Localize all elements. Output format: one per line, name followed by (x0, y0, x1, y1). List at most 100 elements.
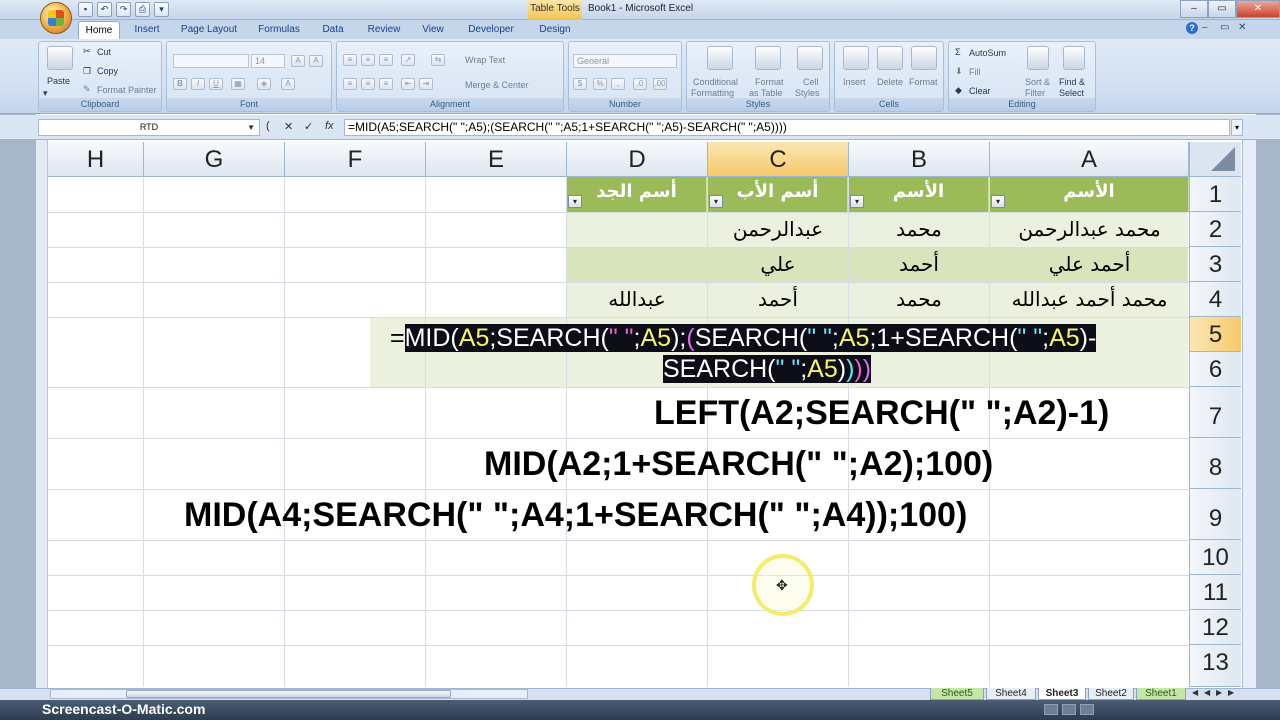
merge-center-button[interactable]: Merge & Center (465, 80, 529, 90)
row-header-12[interactable]: 12 (1189, 610, 1241, 645)
confirm-entry-button[interactable]: ✓ (304, 120, 313, 133)
split-handle[interactable] (36, 140, 48, 688)
row-header-5[interactable]: 5 (1189, 317, 1241, 352)
normal-view-icon[interactable] (1044, 704, 1058, 715)
column-header-c[interactable]: C (708, 142, 849, 177)
row-header-9[interactable]: 9 (1189, 489, 1241, 540)
number-format-box[interactable]: General (573, 54, 677, 68)
conditional-formatting-icon[interactable] (707, 46, 733, 70)
cell-c4[interactable]: أحمد (708, 282, 848, 317)
print-icon[interactable]: ⎙ (135, 2, 150, 17)
binoculars-icon[interactable] (1063, 46, 1085, 70)
page-break-view-icon[interactable] (1080, 704, 1094, 715)
row-header-3[interactable]: 3 (1189, 247, 1241, 282)
format-painter-button[interactable]: Format Painter (97, 85, 157, 95)
borders-icon[interactable]: ▦ (231, 78, 245, 90)
orientation-icon[interactable]: ↗ (401, 54, 415, 66)
sort-filter-label-1[interactable]: Sort & (1025, 77, 1050, 87)
close-button[interactable]: ✕ (1236, 0, 1280, 18)
increase-decimal-icon[interactable]: .0 (633, 78, 647, 90)
worksheet-grid[interactable]: H G F E D C B A 1 2 3 4 5 6 7 8 9 10 11 … (48, 142, 1241, 687)
fill-icon[interactable]: ⬇ (955, 66, 963, 77)
cut-icon[interactable]: ✂ (83, 46, 91, 57)
align-middle-icon[interactable]: ≡ (361, 54, 375, 66)
page-layout-view-icon[interactable] (1062, 704, 1076, 715)
insert-cells-button[interactable]: Insert (843, 77, 866, 87)
name-box-dropdown-icon[interactable]: ▼ (247, 120, 255, 135)
horizontal-scrollbar[interactable] (50, 689, 528, 699)
sheet-tab-sheet1[interactable]: Sheet1 (1136, 688, 1186, 700)
fill-color-icon[interactable]: ◈ (257, 78, 271, 90)
align-bottom-icon[interactable]: ≡ (379, 54, 393, 66)
wrap-text-button[interactable]: Wrap Text (465, 55, 505, 65)
cell-d2[interactable] (567, 212, 707, 247)
align-right-icon[interactable]: ≡ (379, 78, 393, 90)
cell-a2[interactable]: محمد عبدالرحمن (990, 212, 1189, 247)
grow-font-icon[interactable]: A (291, 55, 305, 67)
tab-review[interactable]: Review (362, 21, 406, 39)
sort-filter-icon[interactable] (1027, 46, 1049, 70)
format-cells-button[interactable]: Format (909, 77, 938, 87)
row-header-8[interactable]: 8 (1189, 438, 1241, 489)
conditional-formatting-label-2[interactable]: Formatting (691, 88, 734, 98)
tab-design[interactable]: Design (530, 21, 580, 39)
ribbon-minimize-icon[interactable]: – (1202, 22, 1208, 33)
cell-styles-label-2[interactable]: Styles (795, 88, 820, 98)
tab-developer[interactable]: Developer (462, 21, 520, 39)
sort-filter-label-2[interactable]: Filter (1025, 88, 1045, 98)
find-select-label-2[interactable]: Select (1059, 88, 1084, 98)
column-header-f[interactable]: F (285, 142, 426, 177)
decrease-indent-icon[interactable]: ⇤ (401, 78, 415, 90)
sheet-tab-sheet4[interactable]: Sheet4 (986, 688, 1036, 700)
filter-dropdown-icon[interactable]: ▾ (850, 195, 864, 208)
help-icon[interactable]: ? (1186, 22, 1198, 34)
cell-b4[interactable]: محمد (849, 282, 989, 317)
format-cells-icon[interactable] (911, 46, 937, 70)
align-left-icon[interactable]: ≡ (343, 78, 357, 90)
paste-icon[interactable] (47, 46, 73, 70)
tab-insert[interactable]: Insert (126, 21, 168, 39)
paste-button[interactable]: Paste (47, 76, 70, 86)
copy-icon[interactable]: ❐ (83, 66, 91, 77)
fill-button[interactable]: Fill (969, 67, 981, 77)
cell-b3[interactable]: أحمد (849, 247, 989, 282)
cell-c2[interactable]: عبدالرحمن (708, 212, 848, 247)
tab-home[interactable]: Home (78, 21, 120, 39)
cell-a4[interactable]: محمد أحمد عبدالله (990, 282, 1189, 317)
row-header-7[interactable]: 7 (1189, 387, 1241, 438)
column-header-d[interactable]: D (567, 142, 708, 177)
text-direction-icon[interactable]: ⇆ (431, 54, 445, 66)
sheet-tab-sheet2[interactable]: Sheet2 (1088, 688, 1134, 700)
last-sheet-icon[interactable]: ▶ (1228, 688, 1234, 697)
first-sheet-icon[interactable]: ◀ (1192, 688, 1198, 697)
column-header-a[interactable]: A (990, 142, 1189, 177)
insert-function-button[interactable]: fx (325, 120, 334, 132)
find-select-label-1[interactable]: Find & (1059, 77, 1085, 87)
format-painter-icon[interactable]: ✎ (83, 84, 91, 95)
row-header-2[interactable]: 2 (1189, 212, 1241, 247)
office-button[interactable] (40, 2, 72, 34)
column-header-e[interactable]: E (426, 142, 567, 177)
font-color-icon[interactable]: A (281, 78, 295, 90)
delete-cells-button[interactable]: Delete (877, 77, 903, 87)
row-header-11[interactable]: 11 (1189, 575, 1241, 610)
vertical-scrollbar[interactable] (1242, 140, 1256, 688)
cell-d3[interactable] (567, 247, 707, 282)
cut-button[interactable]: Cut (97, 47, 111, 57)
format-as-table-label-2[interactable]: as Table (749, 88, 782, 98)
font-size-box[interactable]: 14 (251, 54, 285, 68)
delete-cells-icon[interactable] (877, 46, 903, 70)
cell-b2[interactable]: محمد (849, 212, 989, 247)
autosum-icon[interactable]: Σ (955, 47, 961, 57)
maximize-button[interactable]: ▭ (1208, 0, 1236, 18)
row-header-1[interactable]: 1 (1189, 177, 1241, 212)
ribbon-restore-icon[interactable]: ▭ (1220, 22, 1229, 33)
in-cell-formula-line-2[interactable]: SEARCH(" ";A5)))) (663, 353, 872, 386)
column-header-h[interactable]: H (48, 142, 144, 177)
horizontal-scroll-thumb[interactable] (126, 690, 451, 698)
cell-a3[interactable]: أحمد علي (990, 247, 1189, 282)
cancel-entry-button[interactable]: ✕ (284, 120, 293, 133)
tab-page-layout[interactable]: Page Layout (176, 21, 242, 39)
increase-indent-icon[interactable]: ⇥ (419, 78, 433, 90)
copy-button[interactable]: Copy (97, 66, 118, 76)
